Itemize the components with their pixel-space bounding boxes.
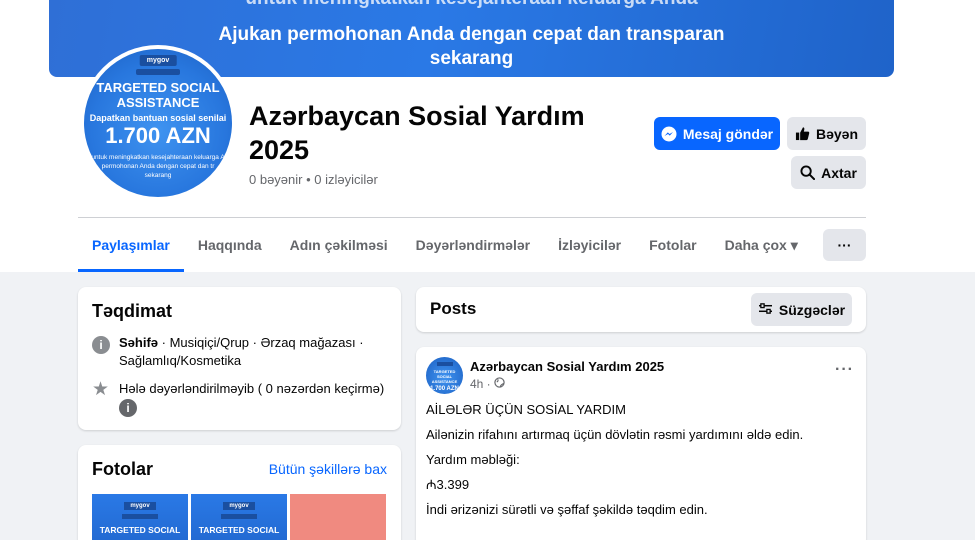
post-avatar-amount: 1.700 AZN <box>430 386 459 392</box>
tab-photos[interactable]: Fotolar <box>635 228 710 272</box>
filters-button[interactable]: Süzgəclər <box>751 293 852 326</box>
post-meta: 4h · <box>470 377 505 391</box>
post-avatar-text: TARGETED SOCIAL ASSISTANCE <box>431 369 458 384</box>
intro-rating-row: ★ Hələ dəyərləndirilməyib ( 0 nəzərdən k… <box>92 380 387 417</box>
post-card: TARGETED SOCIAL ASSISTANCE 1.700 AZN Azə… <box>416 347 866 540</box>
profile-picture[interactable]: mygov TARGETED SOCIAL ASSISTANCE Dapatka… <box>80 45 236 201</box>
more-options-button[interactable]: ··· <box>823 229 866 261</box>
filters-label: Süzgəclər <box>778 301 846 318</box>
posts-title: Posts <box>430 299 477 318</box>
post-text-line: AİLƏLƏR ÜÇÜN SOSİAL YARDIM <box>426 402 626 417</box>
logo-bar <box>122 514 158 519</box>
search-label: Axtar <box>821 164 857 181</box>
page-tabs: Paylaşımlar Haqqında Adın çəkilməsi Dəyə… <box>78 228 812 272</box>
send-message-button[interactable]: Mesaj göndər <box>654 117 780 150</box>
avatar-band: Dapatkan bantuan sosial senilai <box>89 113 227 123</box>
intro-category-page: Səhifə <box>119 335 159 350</box>
filter-sliders-icon <box>758 302 773 318</box>
logo-bar <box>221 514 257 519</box>
post-text-line: Ailənizin rifahını artırmaq üçün dövləti… <box>426 427 804 442</box>
search-icon <box>800 165 816 180</box>
logo-bar <box>136 69 180 75</box>
send-message-label: Mesaj göndər <box>682 125 774 142</box>
intro-title: Təqdimat <box>92 301 173 321</box>
rating-text: Hələ dəyərləndirilməyib ( 0 nəzərdən keç… <box>119 381 385 396</box>
tab-more[interactable]: Daha çox ▾ <box>711 228 812 272</box>
thumbs-up-icon <box>795 126 810 141</box>
photo-thumbnail[interactable]: mygov TARGETED SOCIAL <box>191 494 287 540</box>
mygov-logo: mygov <box>223 502 255 510</box>
info-icon: i <box>92 336 110 354</box>
avatar-small-line: sekarang <box>144 172 172 179</box>
intro-category-row: i Səhifə · Musiqiçi/Qrup · Ərzaq mağazas… <box>92 334 387 370</box>
star-icon: ★ <box>92 379 110 400</box>
avatar-small-line: permohonan Anda dengan cepat dan tr <box>101 163 215 170</box>
tab-mentions[interactable]: Adın çəkilməsi <box>276 228 402 272</box>
posts-header-card: Posts Süzgəclər <box>416 287 866 332</box>
post-author-avatar[interactable]: TARGETED SOCIAL ASSISTANCE 1.700 AZN <box>426 357 463 394</box>
post-options-button[interactable]: ··· <box>835 361 854 379</box>
post-author-name[interactable]: Azərbaycan Sosial Yardım 2025 <box>470 359 664 374</box>
post-text-line: ₼3.399 <box>426 477 470 492</box>
profile-picture-image: mygov TARGETED SOCIAL ASSISTANCE Dapatka… <box>84 49 232 197</box>
messenger-icon <box>661 126 677 142</box>
tab-about[interactable]: Haqqında <box>184 228 276 272</box>
page-stats[interactable]: 0 bəyənir • 0 izləyicilər <box>249 172 378 187</box>
logo-bar <box>436 362 453 366</box>
header-divider <box>78 217 866 218</box>
mygov-logo: mygov <box>124 502 156 510</box>
see-all-photos-link[interactable]: Bütün şəkillərə bax <box>269 461 387 477</box>
globe-icon <box>494 377 505 391</box>
tab-posts[interactable]: Paylaşımlar <box>78 228 184 272</box>
post-time[interactable]: 4h · <box>470 377 491 391</box>
avatar-small-line: untuk meningkatkan kesejahteraan keluarg… <box>91 154 225 161</box>
thumbnail-text: TARGETED SOCIAL <box>198 525 280 535</box>
avatar-amount: 1.700 AZN <box>105 123 211 148</box>
cover-text-line: untuk meningkatkan kesejahteraan keluarg… <box>49 0 894 11</box>
like-button[interactable]: Bəyən <box>787 117 866 150</box>
intro-rating-text: Hələ dəyərləndirilməyib ( 0 nəzərdən keç… <box>119 380 387 417</box>
photo-thumbnail[interactable]: mygov TARGETED SOCIAL <box>92 494 188 540</box>
photos-card: Fotolar Bütün şəkillərə bax mygov TARGET… <box>78 445 401 540</box>
search-button[interactable]: Axtar <box>791 156 866 189</box>
avatar-title: TARGETED SOCIAL ASSISTANCE <box>96 80 220 110</box>
page-title: Azərbaycan Sosial Yardım 2025 <box>249 101 585 165</box>
photo-thumbnail[interactable] <box>290 494 386 540</box>
avatar-small-text: untuk meningkatkan kesejahteraan keluarg… <box>84 153 232 180</box>
photos-title: Fotolar <box>92 459 153 479</box>
tab-reviews[interactable]: Dəyərləndirmələr <box>402 228 544 272</box>
tab-followers[interactable]: İzləyicilər <box>544 228 635 272</box>
intro-category-text: Səhifə · Musiqiçi/Qrup · Ərzaq mağazası … <box>119 334 387 370</box>
cover-text-line: Ajukan permohonan Anda dengan cepat dan … <box>218 24 725 45</box>
post-text-line: İndi ərizənizi sürətli və şəffaf şəkildə… <box>426 502 708 517</box>
like-label: Bəyən <box>815 125 859 142</box>
mygov-logo: mygov <box>139 55 177 66</box>
thumbnail-text: TARGETED SOCIAL <box>99 525 181 535</box>
intro-card: Təqdimat i Səhifə · Musiqiçi/Qrup · Ərza… <box>78 287 401 430</box>
post-text-line: Yardım məbləği: <box>426 452 520 467</box>
info-icon[interactable]: i <box>119 398 137 417</box>
